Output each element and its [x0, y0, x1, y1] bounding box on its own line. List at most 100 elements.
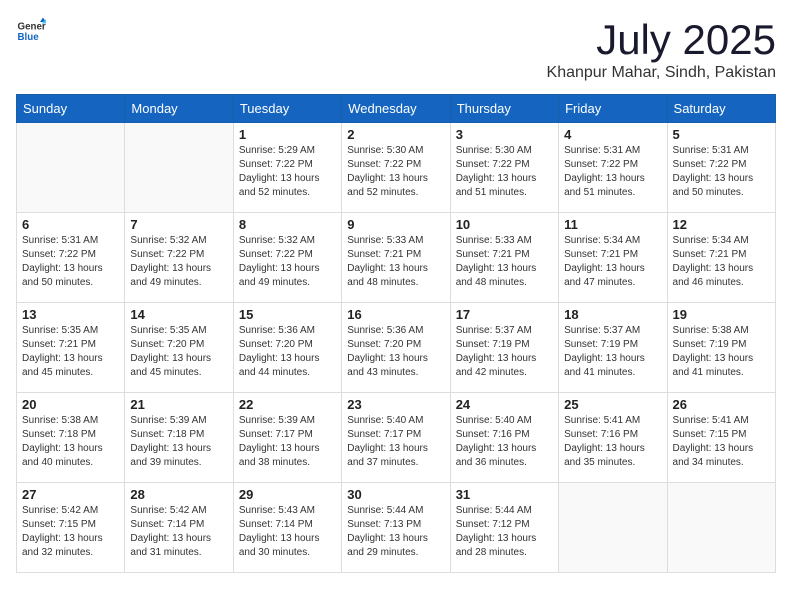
calendar-cell: 9 Sunrise: 5:33 AM Sunset: 7:21 PM Daylig…	[342, 213, 450, 303]
day-info: Sunrise: 5:39 AM Sunset: 7:18 PM Dayligh…	[130, 414, 227, 470]
svg-text:General: General	[18, 22, 47, 33]
calendar-cell	[17, 123, 125, 213]
calendar-cell: 10 Sunrise: 5:33 AM Sunset: 7:21 PM Dayli…	[450, 213, 558, 303]
day-number: 22	[239, 397, 336, 412]
day-info: Sunrise: 5:36 AM Sunset: 7:20 PM Dayligh…	[239, 324, 336, 380]
calendar-cell: 30 Sunrise: 5:44 AM Sunset: 7:13 PM Dayli…	[342, 483, 450, 573]
calendar-cell: 3 Sunrise: 5:30 AM Sunset: 7:22 PM Daylig…	[450, 123, 558, 213]
logo-icon: General Blue	[16, 16, 46, 46]
day-number: 10	[456, 217, 553, 232]
calendar-cell: 16Sunrise: 5:36 AM Sunset: 7:20 PM Dayli…	[342, 303, 450, 393]
day-number: 31	[456, 487, 553, 502]
calendar-cell: 2 Sunrise: 5:30 AM Sunset: 7:22 PM Daylig…	[342, 123, 450, 213]
day-number: 7	[130, 217, 227, 232]
calendar-cell: 24 Sunrise: 5:40 AM Sunset: 7:16 PM Dayli…	[450, 393, 558, 483]
calendar-cell	[125, 123, 233, 213]
day-info: Sunrise: 5:31 AM Sunset: 7:22 PM Dayligh…	[673, 144, 770, 200]
calendar-cell: 4Sunrise: 5:31 AM Sunset: 7:22 PM Daylig…	[559, 123, 667, 213]
calendar-cell: 22 Sunrise: 5:39 AM Sunset: 7:17 PM Dayli…	[233, 393, 341, 483]
calendar-cell: 15 Sunrise: 5:36 AM Sunset: 7:20 PM Dayli…	[233, 303, 341, 393]
calendar-cell: 19Sunrise: 5:38 AM Sunset: 7:19 PM Dayli…	[667, 303, 775, 393]
weekday-header-monday: Monday	[125, 95, 233, 123]
calendar-cell: 20 Sunrise: 5:38 AM Sunset: 7:18 PM Dayli…	[17, 393, 125, 483]
weekday-header-saturday: Saturday	[667, 95, 775, 123]
day-info: Sunrise: 5:34 AM Sunset: 7:21 PM Dayligh…	[564, 234, 661, 290]
calendar-cell: 11 Sunrise: 5:34 AM Sunset: 7:21 PM Dayli…	[559, 213, 667, 303]
calendar-cell: 27 Sunrise: 5:42 AM Sunset: 7:15 PM Dayli…	[17, 483, 125, 573]
weekday-header-tuesday: Tuesday	[233, 95, 341, 123]
weekday-header-sunday: Sunday	[17, 95, 125, 123]
day-info: Sunrise: 5:42 AM Sunset: 7:14 PM Dayligh…	[130, 504, 227, 560]
day-info: Sunrise: 5:31 AM Sunset: 7:22 PM Dayligh…	[22, 234, 119, 290]
day-info: Sunrise: 5:39 AM Sunset: 7:17 PM Dayligh…	[239, 414, 336, 470]
day-number: 5	[673, 127, 770, 142]
day-number: 17	[456, 307, 553, 322]
day-number: 12	[673, 217, 770, 232]
calendar-cell	[667, 483, 775, 573]
calendar-cell: 21Sunrise: 5:39 AM Sunset: 7:18 PM Dayli…	[125, 393, 233, 483]
day-number: 14	[130, 307, 227, 322]
day-info: Sunrise: 5:31 AM Sunset: 7:22 PM Dayligh…	[564, 144, 661, 200]
svg-text:Blue: Blue	[18, 32, 40, 43]
day-number: 6	[22, 217, 119, 232]
day-info: Sunrise: 5:33 AM Sunset: 7:21 PM Dayligh…	[347, 234, 444, 290]
day-number: 15	[239, 307, 336, 322]
day-number: 25	[564, 397, 661, 412]
week-row-2: 6 Sunrise: 5:31 AM Sunset: 7:22 PM Daylig…	[17, 213, 776, 303]
weekday-header-friday: Friday	[559, 95, 667, 123]
day-number: 28	[130, 487, 227, 502]
header: General Blue July 2025 Khanpur Mahar, Si…	[16, 16, 776, 82]
day-info: Sunrise: 5:42 AM Sunset: 7:15 PM Dayligh…	[22, 504, 119, 560]
calendar-cell: 26Sunrise: 5:41 AM Sunset: 7:15 PM Dayli…	[667, 393, 775, 483]
day-number: 27	[22, 487, 119, 502]
title-area: July 2025 Khanpur Mahar, Sindh, Pakistan	[547, 16, 776, 82]
day-info: Sunrise: 5:40 AM Sunset: 7:17 PM Dayligh…	[347, 414, 444, 470]
day-info: Sunrise: 5:37 AM Sunset: 7:19 PM Dayligh…	[564, 324, 661, 380]
calendar-cell	[559, 483, 667, 573]
calendar-cell: 8 Sunrise: 5:32 AM Sunset: 7:22 PM Daylig…	[233, 213, 341, 303]
calendar: SundayMondayTuesdayWednesdayThursdayFrid…	[16, 94, 776, 573]
day-info: Sunrise: 5:30 AM Sunset: 7:22 PM Dayligh…	[456, 144, 553, 200]
calendar-cell: 12 Sunrise: 5:34 AM Sunset: 7:21 PM Dayli…	[667, 213, 775, 303]
week-row-4: 20 Sunrise: 5:38 AM Sunset: 7:18 PM Dayli…	[17, 393, 776, 483]
day-info: Sunrise: 5:38 AM Sunset: 7:19 PM Dayligh…	[673, 324, 770, 380]
day-info: Sunrise: 5:32 AM Sunset: 7:22 PM Dayligh…	[239, 234, 336, 290]
day-info: Sunrise: 5:40 AM Sunset: 7:16 PM Dayligh…	[456, 414, 553, 470]
day-info: Sunrise: 5:37 AM Sunset: 7:19 PM Dayligh…	[456, 324, 553, 380]
calendar-cell: 29Sunrise: 5:43 AM Sunset: 7:14 PM Dayli…	[233, 483, 341, 573]
day-number: 2	[347, 127, 444, 142]
day-info: Sunrise: 5:36 AM Sunset: 7:20 PM Dayligh…	[347, 324, 444, 380]
day-number: 3	[456, 127, 553, 142]
day-number: 11	[564, 217, 661, 232]
day-info: Sunrise: 5:38 AM Sunset: 7:18 PM Dayligh…	[22, 414, 119, 470]
calendar-cell: 23Sunrise: 5:40 AM Sunset: 7:17 PM Dayli…	[342, 393, 450, 483]
calendar-cell: 1Sunrise: 5:29 AM Sunset: 7:22 PM Daylig…	[233, 123, 341, 213]
day-info: Sunrise: 5:43 AM Sunset: 7:14 PM Dayligh…	[239, 504, 336, 560]
day-info: Sunrise: 5:33 AM Sunset: 7:21 PM Dayligh…	[456, 234, 553, 290]
day-info: Sunrise: 5:30 AM Sunset: 7:22 PM Dayligh…	[347, 144, 444, 200]
day-number: 18	[564, 307, 661, 322]
calendar-cell: 5 Sunrise: 5:31 AM Sunset: 7:22 PM Daylig…	[667, 123, 775, 213]
calendar-cell: 14 Sunrise: 5:35 AM Sunset: 7:20 PM Dayli…	[125, 303, 233, 393]
day-info: Sunrise: 5:35 AM Sunset: 7:20 PM Dayligh…	[130, 324, 227, 380]
day-number: 13	[22, 307, 119, 322]
day-info: Sunrise: 5:34 AM Sunset: 7:21 PM Dayligh…	[673, 234, 770, 290]
calendar-cell: 7 Sunrise: 5:32 AM Sunset: 7:22 PM Daylig…	[125, 213, 233, 303]
month-title: July 2025	[547, 16, 776, 64]
week-row-3: 13Sunrise: 5:35 AM Sunset: 7:21 PM Dayli…	[17, 303, 776, 393]
calendar-cell: 31 Sunrise: 5:44 AM Sunset: 7:12 PM Dayli…	[450, 483, 558, 573]
calendar-cell: 13Sunrise: 5:35 AM Sunset: 7:21 PM Dayli…	[17, 303, 125, 393]
week-row-1: 1Sunrise: 5:29 AM Sunset: 7:22 PM Daylig…	[17, 123, 776, 213]
day-info: Sunrise: 5:44 AM Sunset: 7:13 PM Dayligh…	[347, 504, 444, 560]
day-number: 1	[239, 127, 336, 142]
day-number: 9	[347, 217, 444, 232]
weekday-header-thursday: Thursday	[450, 95, 558, 123]
day-number: 30	[347, 487, 444, 502]
day-info: Sunrise: 5:44 AM Sunset: 7:12 PM Dayligh…	[456, 504, 553, 560]
day-number: 8	[239, 217, 336, 232]
day-info: Sunrise: 5:41 AM Sunset: 7:15 PM Dayligh…	[673, 414, 770, 470]
day-info: Sunrise: 5:32 AM Sunset: 7:22 PM Dayligh…	[130, 234, 227, 290]
calendar-cell: 18 Sunrise: 5:37 AM Sunset: 7:19 PM Dayli…	[559, 303, 667, 393]
day-number: 20	[22, 397, 119, 412]
day-number: 24	[456, 397, 553, 412]
